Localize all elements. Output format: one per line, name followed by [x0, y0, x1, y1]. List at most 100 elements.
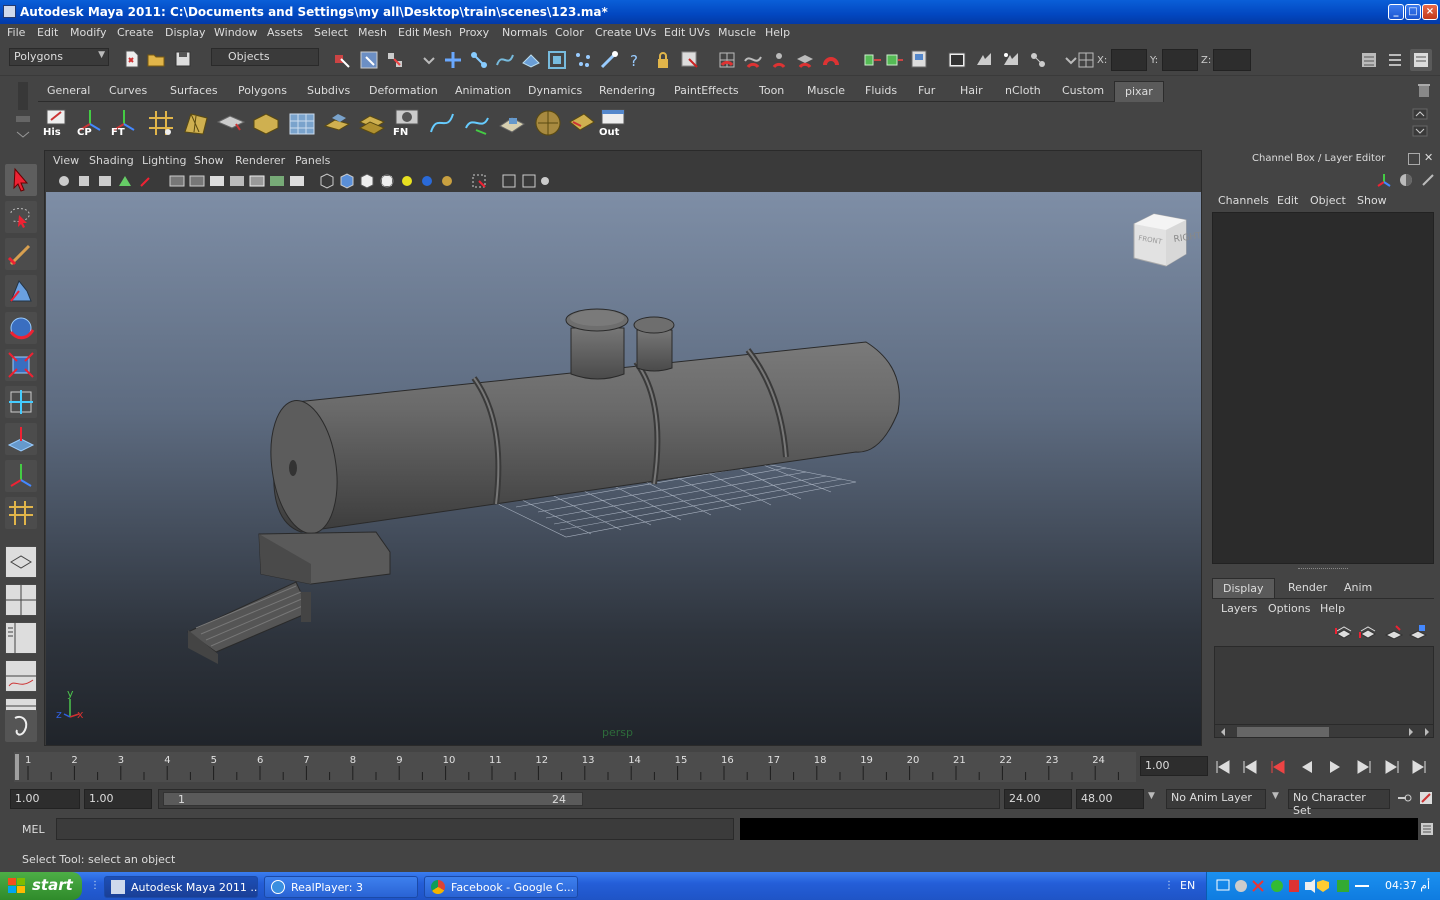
- viewport-menu-shading[interactable]: Shading: [89, 154, 134, 167]
- tab-hair[interactable]: Hair: [960, 84, 983, 104]
- tab-dynamics[interactable]: Dynamics: [528, 84, 582, 104]
- tab-surfaces[interactable]: Surfaces: [170, 84, 218, 104]
- shelf-export-icon[interactable]: Out: [598, 108, 628, 138]
- language-bar-grip[interactable]: ⋮: [1164, 880, 1174, 892]
- universal-manipulator-icon[interactable]: [5, 386, 37, 418]
- menu-edit-mesh[interactable]: Edit Mesh: [398, 26, 452, 39]
- tab-animation[interactable]: Animation: [455, 84, 511, 104]
- tab-fluids[interactable]: Fluids: [865, 84, 897, 104]
- layers-menu-layers[interactable]: Layers: [1221, 602, 1257, 615]
- attribute-editor-shortcut-icon[interactable]: [1420, 172, 1436, 188]
- attribute-editor-icon[interactable]: [1358, 49, 1380, 71]
- script-editor-button-icon[interactable]: [1420, 822, 1434, 836]
- shelf-extrude-icon[interactable]: [181, 108, 211, 138]
- shelf-center-pivot-icon[interactable]: CP: [76, 108, 106, 138]
- command-language-label[interactable]: MEL: [22, 823, 45, 836]
- viewport-menu-panels[interactable]: Panels: [295, 154, 330, 167]
- menu-edit[interactable]: Edit: [37, 26, 58, 39]
- tab-muscle[interactable]: Muscle: [807, 84, 845, 104]
- render-view-icon[interactable]: [1027, 49, 1049, 71]
- menu-modify[interactable]: Modify: [70, 26, 106, 39]
- rotate-tool-icon[interactable]: [5, 312, 37, 344]
- current-time-field[interactable]: 1.00: [1140, 756, 1208, 776]
- graph-persp-layout-icon[interactable]: [5, 660, 37, 692]
- render-settings-icon[interactable]: [973, 49, 995, 71]
- select-handles-icon[interactable]: [442, 49, 464, 71]
- select-tool-icon[interactable]: [5, 164, 37, 196]
- shelf-sphere-map-icon[interactable]: [533, 108, 563, 138]
- menu-create-uvs[interactable]: Create UVs: [595, 26, 656, 39]
- shelf-combine-icon[interactable]: [322, 108, 352, 138]
- tab-fur[interactable]: Fur: [918, 84, 935, 104]
- anim-layer-menu-icon[interactable]: ▼: [1148, 791, 1162, 805]
- menu-window[interactable]: Window: [214, 26, 257, 39]
- menu-muscle[interactable]: Muscle: [718, 26, 756, 39]
- maya-app-icon[interactable]: [3, 5, 16, 18]
- last-used-tool-icon[interactable]: [5, 497, 37, 529]
- channels-menu-object[interactable]: Object: [1310, 194, 1346, 207]
- menu-mesh[interactable]: Mesh: [358, 26, 387, 39]
- new-scene-icon[interactable]: [120, 48, 142, 70]
- viewport-menu-renderer[interactable]: Renderer: [235, 154, 285, 167]
- lasso-tool-icon[interactable]: [5, 201, 37, 233]
- animation-preferences-icon[interactable]: [1418, 790, 1434, 806]
- tab-toon[interactable]: Toon: [759, 84, 784, 104]
- shelf-freeze-transforms-icon[interactable]: FT: [110, 108, 140, 138]
- shelf-face-normals-icon[interactable]: FN: [392, 108, 422, 138]
- character-set-menu-icon[interactable]: ▼: [1272, 791, 1286, 805]
- range-bar-handle[interactable]: 1 24: [163, 792, 583, 806]
- tray-icons[interactable]: [1215, 878, 1375, 894]
- open-scene-icon[interactable]: [145, 48, 167, 70]
- time-ruler[interactable]: 1 2 3 4 5 6 7 8 9 10 11 12 13 14 15 16 17 18 19 20 21 22 23 24: [14, 752, 1136, 782]
- snap-to-view-plane-icon[interactable]: [794, 49, 816, 71]
- start-button[interactable]: start: [0, 872, 82, 900]
- playback-end-field[interactable]: 24.00: [1004, 789, 1072, 809]
- select-misc-icon[interactable]: ?: [624, 49, 646, 71]
- four-view-layout-icon[interactable]: [5, 584, 37, 616]
- move-layer-down-icon[interactable]: [1358, 624, 1378, 640]
- scale-tool-icon[interactable]: [5, 349, 37, 381]
- paint-selection-tool-icon[interactable]: [5, 238, 37, 270]
- tab-ncloth[interactable]: nCloth: [1005, 84, 1041, 104]
- channel-box-toggle-icon[interactable]: [1410, 49, 1432, 71]
- minimize-button[interactable]: _: [1388, 4, 1404, 20]
- select-curves-icon[interactable]: [494, 49, 516, 71]
- menu-display[interactable]: Display: [165, 26, 206, 39]
- shelf-scroll[interactable]: [1412, 108, 1428, 140]
- layer-editor-icon[interactable]: [1398, 172, 1414, 188]
- layer-list-scrollbar[interactable]: [1214, 724, 1434, 738]
- menu-proxy[interactable]: Proxy: [459, 26, 489, 39]
- render-current-frame-icon[interactable]: [908, 48, 930, 70]
- trash-icon[interactable]: [1416, 82, 1432, 98]
- new-layer-from-selected-icon[interactable]: [1408, 624, 1428, 640]
- single-perspective-view-icon[interactable]: [5, 546, 37, 578]
- menu-create[interactable]: Create: [117, 26, 154, 39]
- layer-tab-render[interactable]: Render: [1288, 581, 1327, 594]
- layers-menu-help[interactable]: Help: [1320, 602, 1345, 615]
- tool-settings-icon[interactable]: [1384, 49, 1406, 71]
- range-bar-track[interactable]: 1 24: [158, 789, 1000, 809]
- channels-menu-show[interactable]: Show: [1357, 194, 1387, 207]
- script-editor-icon[interactable]: [5, 710, 37, 742]
- close-panel-icon[interactable]: ✕: [1424, 152, 1436, 164]
- channels-menu-edit[interactable]: Edit: [1277, 194, 1298, 207]
- layer-tab-anim[interactable]: Anim: [1344, 581, 1372, 594]
- menu-set-dropdown[interactable]: Polygons ▼: [9, 48, 109, 66]
- move-layer-up-icon[interactable]: [1334, 624, 1354, 640]
- snap-to-point-icon[interactable]: [768, 49, 790, 71]
- menu-edit-uvs[interactable]: Edit UVs: [664, 26, 710, 39]
- z-input[interactable]: [1213, 49, 1251, 71]
- start-time-field[interactable]: 1.00: [10, 789, 80, 809]
- character-set-dropdown[interactable]: No Character Set: [1288, 789, 1390, 817]
- tab-deformation[interactable]: Deformation: [369, 84, 438, 104]
- select-by-component-icon[interactable]: [384, 49, 406, 71]
- menu-assets[interactable]: Assets: [267, 26, 303, 39]
- auto-keyframe-icon[interactable]: [1396, 790, 1412, 806]
- shelf-separate-icon[interactable]: [357, 108, 387, 138]
- new-layer-icon[interactable]: [1384, 624, 1404, 640]
- lock-selection-icon[interactable]: [652, 49, 674, 71]
- x-input[interactable]: [1111, 49, 1147, 71]
- close-button[interactable]: ×: [1422, 4, 1438, 20]
- absolute-transform-icon[interactable]: [1075, 49, 1097, 71]
- shelf-options-handle[interactable]: [10, 78, 36, 142]
